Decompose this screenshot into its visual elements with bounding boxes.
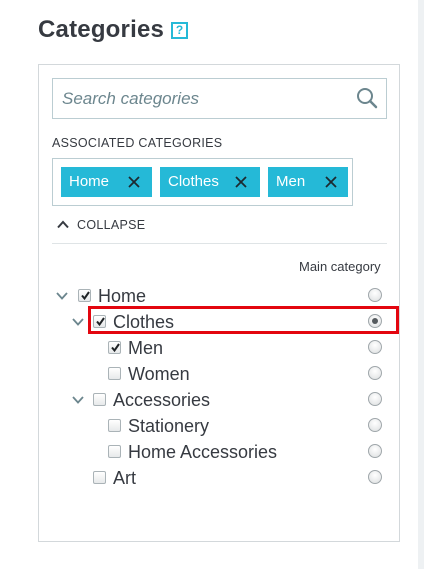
chevron-down-icon[interactable] [72, 396, 84, 404]
tree-node-men: Men [0, 335, 424, 361]
tree-node-art: Art [0, 465, 424, 491]
close-icon[interactable] [324, 175, 338, 189]
close-icon[interactable] [127, 175, 141, 189]
tree-node-accessories: Accessories [0, 387, 424, 413]
main-category-radio[interactable] [368, 392, 382, 406]
checkbox[interactable] [108, 341, 121, 354]
tree-node-label[interactable]: Women [128, 362, 190, 386]
checkbox[interactable] [93, 471, 106, 484]
tree-node-stationery: Stationery [0, 413, 424, 439]
tag-label: Home [69, 173, 110, 190]
collapse-label: COLLAPSE [77, 218, 146, 232]
tag-label: Clothes [168, 173, 219, 190]
chevron-down-icon[interactable] [72, 318, 84, 326]
checkbox[interactable] [108, 419, 121, 432]
tree-node-label[interactable]: Men [128, 336, 163, 360]
search-icon[interactable] [356, 87, 378, 109]
main-category-header: Main category [299, 259, 381, 274]
tag-men: Men [268, 167, 348, 197]
main-category-radio[interactable] [368, 288, 382, 302]
tree-node-home-accessories: Home Accessories [0, 439, 424, 465]
tree-node-label[interactable]: Home Accessories [128, 440, 277, 464]
checkbox[interactable] [108, 367, 121, 380]
tree-node-label[interactable]: Art [113, 466, 136, 490]
tree-node-label[interactable]: Accessories [113, 388, 210, 412]
tag-home: Home [61, 167, 152, 197]
page-title: Categories [38, 16, 165, 43]
main-category-radio[interactable] [368, 444, 382, 458]
highlight-annotation [88, 306, 399, 334]
tag-label: Men [276, 173, 306, 190]
main-category-radio[interactable] [368, 340, 382, 354]
associated-categories-label: ASSOCIATED CATEGORIES [52, 136, 223, 150]
main-category-radio[interactable] [368, 470, 382, 484]
divider [52, 243, 387, 244]
checkbox[interactable] [93, 393, 106, 406]
close-icon[interactable] [234, 175, 248, 189]
main-category-radio[interactable] [368, 418, 382, 432]
search-input[interactable] [53, 79, 343, 118]
tree-node-label[interactable]: Stationery [128, 414, 209, 438]
checkbox[interactable] [108, 445, 121, 458]
chevron-down-icon[interactable] [56, 292, 68, 300]
checkbox[interactable] [78, 289, 91, 302]
help-icon[interactable]: ? [171, 22, 188, 39]
tag-clothes: Clothes [160, 167, 260, 197]
main-category-radio[interactable] [368, 366, 382, 380]
search-box [52, 78, 387, 119]
chevron-up-icon [57, 220, 69, 229]
tree-node-label[interactable]: Home [98, 284, 146, 308]
tree-node-women: Women [0, 361, 424, 387]
